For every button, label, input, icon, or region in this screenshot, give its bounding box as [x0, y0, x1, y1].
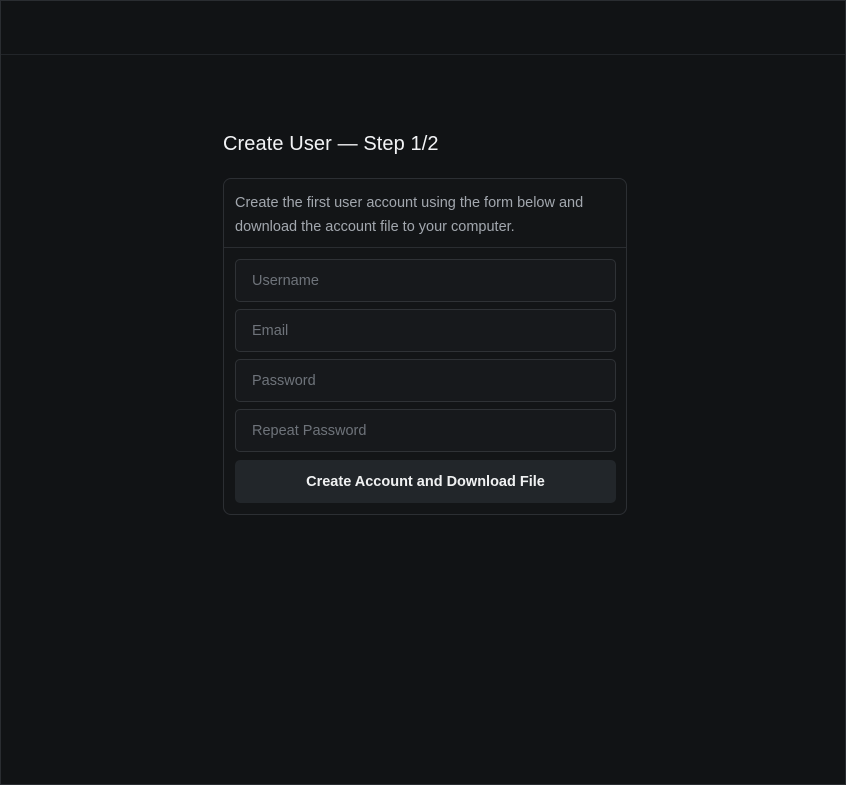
repeat-password-input[interactable]	[235, 409, 616, 452]
password-input[interactable]	[235, 359, 616, 402]
top-bar	[1, 1, 845, 55]
create-user-card: Create the first user account using the …	[223, 178, 627, 515]
email-input[interactable]	[235, 309, 616, 352]
username-input[interactable]	[235, 259, 616, 302]
card-description: Create the first user account using the …	[224, 179, 626, 248]
create-account-download-button[interactable]: Create Account and Download File	[235, 460, 616, 503]
app-window: Create User — Step 1/2 Create the first …	[0, 0, 846, 785]
page-title: Create User — Step 1/2	[223, 133, 439, 155]
